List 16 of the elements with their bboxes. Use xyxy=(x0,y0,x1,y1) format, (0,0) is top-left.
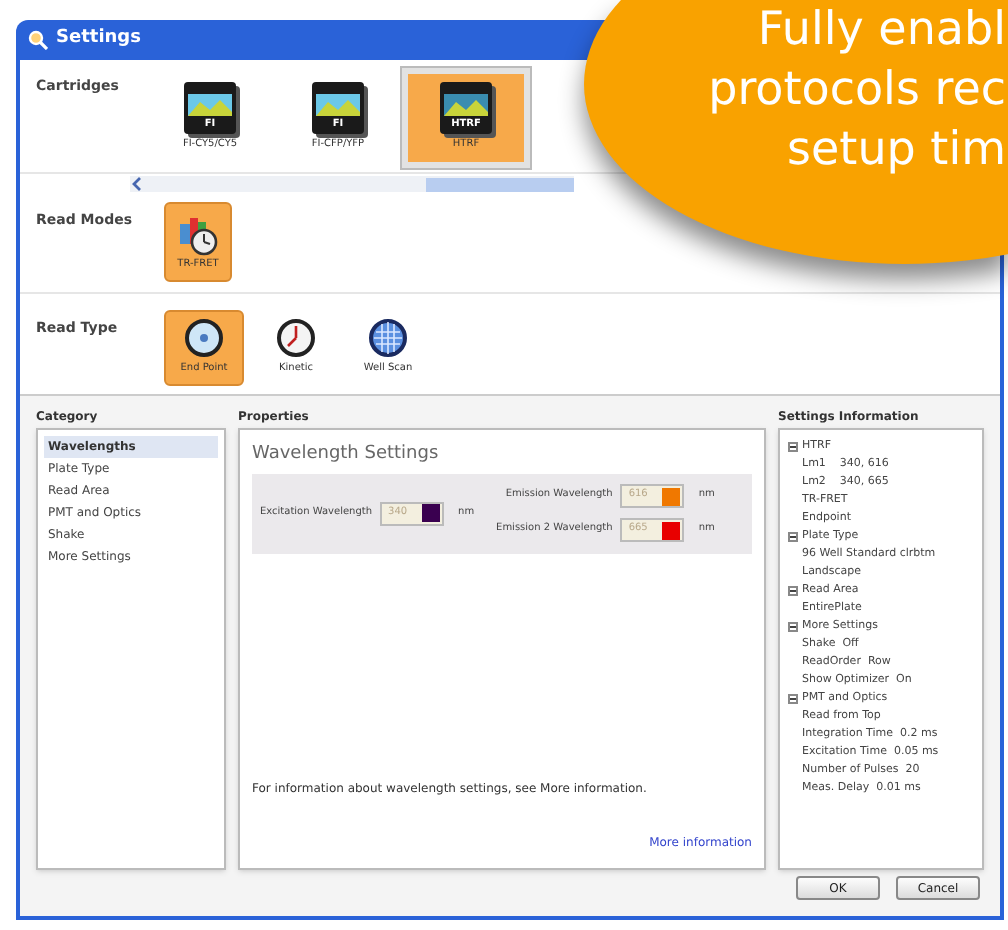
collapse-icon[interactable] xyxy=(788,586,798,596)
clock-icon xyxy=(276,318,316,359)
collapse-icon[interactable] xyxy=(788,442,798,452)
collapse-icon[interactable] xyxy=(788,622,798,632)
callout-text: Fully enabl xyxy=(757,2,1006,60)
disc-icon xyxy=(184,318,224,359)
horizontal-scrollbar[interactable] xyxy=(130,176,574,192)
window-title: Settings xyxy=(56,26,141,53)
section-heading: Wavelength Settings xyxy=(252,442,441,468)
grid-globe-icon xyxy=(368,318,408,359)
collapse-icon[interactable] xyxy=(788,694,798,704)
callout-text: setup tim xyxy=(787,122,1006,180)
scrollbar-thumb[interactable] xyxy=(426,177,574,191)
collapse-icon[interactable] xyxy=(788,532,798,542)
callout-text: protocols rec xyxy=(708,62,1006,120)
search-icon xyxy=(28,30,48,50)
